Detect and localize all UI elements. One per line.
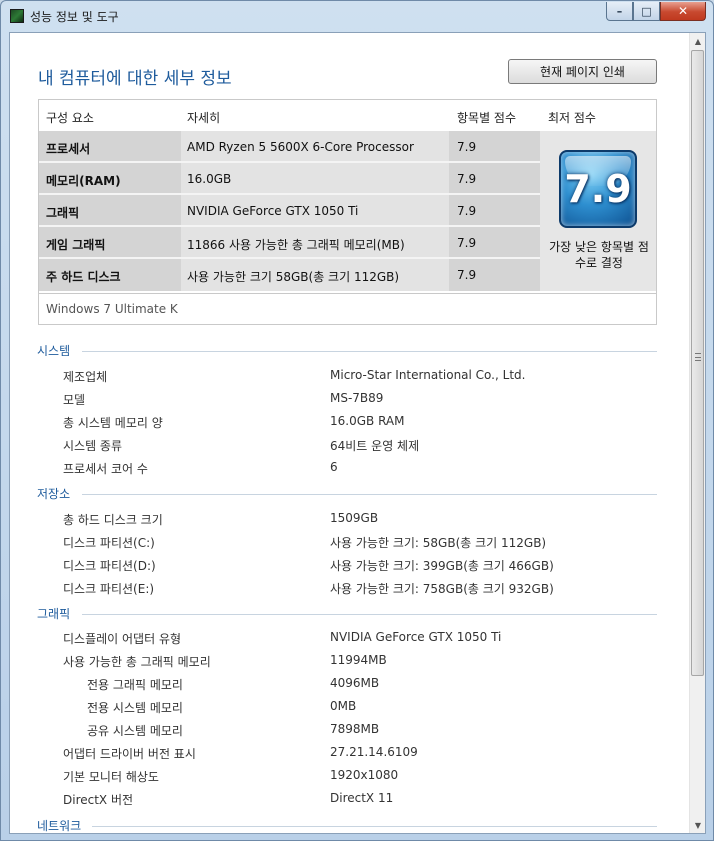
minimize-icon: – xyxy=(616,4,623,18)
scrollbar-thumb[interactable] xyxy=(691,50,704,676)
section-divider xyxy=(82,494,657,495)
row-score: 7.9 xyxy=(457,204,477,218)
info-label: 프로세서 코어 수 xyxy=(63,462,148,476)
info-value: 6 xyxy=(330,460,338,474)
section-network-heading: 네트워크 xyxy=(37,819,82,833)
section-system-heading: 시스템 xyxy=(37,344,71,358)
grip-icon xyxy=(695,353,701,361)
header-subscore: 항목별 점수 xyxy=(457,111,517,125)
section-storage-heading: 저장소 xyxy=(37,487,71,501)
details-content: 내 컴퓨터에 대한 세부 정보 현재 페이지 인쇄 구성 요소 자세히 항목별 … xyxy=(10,33,690,833)
info-label: 전용 시스템 메모리 xyxy=(87,701,183,715)
row-component: 그래픽 xyxy=(46,206,80,220)
caption-buttons: – □ ✕ xyxy=(606,2,706,21)
info-value: 0MB xyxy=(330,699,357,713)
page-title: 내 컴퓨터에 대한 세부 정보 xyxy=(38,69,232,89)
row-details: 16.0GB xyxy=(187,172,232,186)
base-score-value: 7.9 xyxy=(564,167,632,211)
os-edition-row: Windows 7 Ultimate K xyxy=(39,293,656,324)
score-row: 주 하드 디스크 사용 가능한 크기 58GB(총 크기 112GB) 7.9 xyxy=(39,259,540,291)
info-value: NVIDIA GeForce GTX 1050 Ti xyxy=(330,630,502,644)
base-score-panel: 7.9 가장 낮은 항목별 점수로 결정 xyxy=(540,131,656,291)
info-label: 시스템 종류 xyxy=(63,439,123,453)
row-details: AMD Ryzen 5 5600X 6-Core Processor xyxy=(187,140,414,154)
info-value: 64비트 운영 체제 xyxy=(330,439,420,453)
section-divider xyxy=(82,351,657,352)
info-value: Micro-Star International Co., Ltd. xyxy=(330,368,526,382)
info-label: 제조업체 xyxy=(63,370,108,384)
info-label: DirectX 버전 xyxy=(63,793,134,807)
info-label: 디스플레이 어댑터 유형 xyxy=(63,632,182,646)
score-row: 프로세서 AMD Ryzen 5 5600X 6-Core Processor … xyxy=(39,131,540,163)
score-row: 게임 그래픽 11866 사용 가능한 총 그래픽 메모리(MB) 7.9 xyxy=(39,227,540,259)
app-icon xyxy=(10,9,24,23)
row-component: 프로세서 xyxy=(46,142,91,156)
info-label: 기본 모니터 해상도 xyxy=(63,770,159,784)
close-icon: ✕ xyxy=(677,4,689,18)
info-value: 1920x1080 xyxy=(330,768,399,782)
info-label: 공유 시스템 메모리 xyxy=(87,724,183,738)
client-area: 내 컴퓨터에 대한 세부 정보 현재 페이지 인쇄 구성 요소 자세히 항목별 … xyxy=(9,32,706,834)
info-label: 총 하드 디스크 크기 xyxy=(63,513,163,527)
row-score: 7.9 xyxy=(457,140,477,154)
window-title: 성능 정보 및 도구 xyxy=(30,10,119,24)
minimize-button[interactable]: – xyxy=(606,2,633,21)
row-component: 주 하드 디스크 xyxy=(46,270,121,284)
os-edition: Windows 7 Ultimate K xyxy=(46,302,178,316)
info-label: 총 시스템 메모리 양 xyxy=(63,416,163,430)
header-component: 구성 요소 xyxy=(46,111,94,125)
score-table: 구성 요소 자세히 항목별 점수 최저 점수 프로세서 AMD Ryzen 5 … xyxy=(38,99,657,325)
row-score: 7.9 xyxy=(457,172,477,186)
row-component: 게임 그래픽 xyxy=(46,238,106,252)
row-component: 메모리(RAM) xyxy=(46,174,121,188)
score-table-header: 구성 요소 자세히 항목별 점수 최저 점수 xyxy=(39,100,656,131)
row-score: 7.9 xyxy=(457,236,477,250)
info-value: 11994MB xyxy=(330,653,387,667)
info-value: 27.21.14.6109 xyxy=(330,745,418,759)
info-label: 디스크 파티션(E:) xyxy=(63,582,155,596)
header-base-score: 최저 점수 xyxy=(548,111,596,125)
info-label: 전용 그래픽 메모리 xyxy=(87,678,183,692)
info-value: 7898MB xyxy=(330,722,380,736)
maximize-icon: □ xyxy=(641,4,652,18)
info-value: 사용 가능한 크기: 58GB(총 크기 112GB) xyxy=(330,536,547,550)
info-label: 사용 가능한 총 그래픽 메모리 xyxy=(63,655,211,669)
section-graphics-heading: 그래픽 xyxy=(37,607,71,621)
header-details: 자세히 xyxy=(187,111,221,125)
close-button[interactable]: ✕ xyxy=(660,2,706,21)
info-label: 모델 xyxy=(63,393,86,407)
info-label: 디스크 파티션(D:) xyxy=(63,559,156,573)
info-value: 사용 가능한 크기: 399GB(총 크기 466GB) xyxy=(330,559,554,573)
vertical-scrollbar[interactable]: ▲ ▼ xyxy=(689,33,705,833)
row-score: 7.9 xyxy=(457,268,477,282)
title-bar[interactable]: 성능 정보 및 도구 – □ ✕ xyxy=(1,1,713,31)
maximize-button[interactable]: □ xyxy=(633,2,660,21)
info-value: 16.0GB RAM xyxy=(330,414,405,428)
info-value: 사용 가능한 크기: 758GB(총 크기 932GB) xyxy=(330,582,554,596)
info-value: 4096MB xyxy=(330,676,380,690)
score-row: 메모리(RAM) 16.0GB 7.9 xyxy=(39,163,540,195)
row-details: NVIDIA GeForce GTX 1050 Ti xyxy=(187,204,359,218)
print-page-button[interactable]: 현재 페이지 인쇄 xyxy=(508,59,657,84)
base-score-badge: 7.9 xyxy=(559,150,637,228)
scroll-down-icon[interactable]: ▼ xyxy=(690,817,705,833)
app-window: 성능 정보 및 도구 – □ ✕ 내 컴퓨터에 대한 세부 정보 현재 페이지 … xyxy=(0,0,714,841)
base-score-note: 가장 낮은 항목별 점수로 결정 xyxy=(549,240,649,270)
section-divider xyxy=(82,614,657,615)
info-value: MS-7B89 xyxy=(330,391,384,405)
info-value: DirectX 11 xyxy=(330,791,394,805)
row-details: 11866 사용 가능한 총 그래픽 메모리(MB) xyxy=(187,238,405,252)
score-row: 그래픽 NVIDIA GeForce GTX 1050 Ti 7.9 xyxy=(39,195,540,227)
info-label: 어댑터 드라이버 버전 표시 xyxy=(63,747,196,761)
section-divider xyxy=(92,826,657,827)
info-value: 1509GB xyxy=(330,511,379,525)
row-details: 사용 가능한 크기 58GB(총 크기 112GB) xyxy=(187,270,400,284)
info-label: 디스크 파티션(C:) xyxy=(63,536,155,550)
scroll-up-icon[interactable]: ▲ xyxy=(690,33,705,49)
